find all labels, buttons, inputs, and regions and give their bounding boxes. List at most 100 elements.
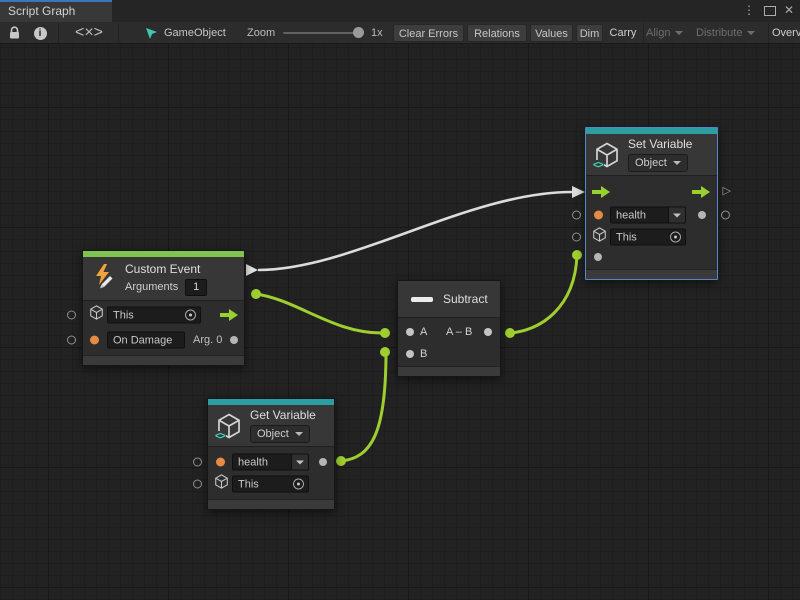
unconnected-flow-port-icon[interactable]: ▷ xyxy=(723,186,731,197)
input-b-label: B xyxy=(420,348,427,360)
code-brackets-icon[interactable]: <×> xyxy=(72,24,106,42)
input-port-icon[interactable] xyxy=(193,480,202,489)
wire-endpoint-dot[interactable] xyxy=(251,289,261,299)
target-field[interactable]: This xyxy=(107,307,201,324)
clear-errors-button[interactable]: Clear Errors xyxy=(393,24,464,42)
target-field-value: This xyxy=(611,231,670,243)
event-name-field[interactable]: On Damage xyxy=(107,332,185,349)
arg0-output-port-icon[interactable] xyxy=(230,336,238,344)
node-footer xyxy=(586,269,717,279)
node-subtract[interactable]: Subtract A A – B B xyxy=(397,280,501,377)
variable-name-dropdown[interactable]: health xyxy=(232,454,309,471)
variable-scope-dropdown[interactable]: Object xyxy=(628,154,688,172)
values-button[interactable]: Values xyxy=(530,24,573,42)
flow-output-port-icon[interactable] xyxy=(692,186,711,198)
zoom-slider-handle[interactable] xyxy=(353,27,364,38)
input-b-port-icon[interactable] xyxy=(406,350,414,358)
string-port-icon[interactable] xyxy=(216,458,225,467)
align-button[interactable]: Align xyxy=(646,24,683,42)
value-input-port-icon[interactable] xyxy=(594,253,602,261)
dropdown-button[interactable] xyxy=(668,208,685,223)
graph-canvas[interactable]: Custom Event Arguments 1 This xyxy=(0,44,800,600)
info-icon[interactable]: i xyxy=(28,24,52,42)
object-picker-icon[interactable] xyxy=(185,310,196,321)
variable-cube-icon: <> xyxy=(216,413,242,439)
wire-getvariable-subtract-b xyxy=(341,352,386,461)
node-header: Custom Event Arguments 1 xyxy=(83,257,244,301)
flow-input-port-icon[interactable] xyxy=(592,186,611,198)
target-field[interactable]: This xyxy=(232,476,309,493)
arguments-row: Arguments 1 xyxy=(125,279,207,296)
node-custom-event[interactable]: Custom Event Arguments 1 This xyxy=(82,250,245,366)
wire-endpoint-dot[interactable] xyxy=(336,456,346,466)
node-header: <> Set Variable Object xyxy=(586,134,717,176)
cube-icon xyxy=(89,305,104,325)
node-header-text: Custom Event Arguments 1 xyxy=(125,262,207,296)
string-port-icon[interactable] xyxy=(594,211,603,220)
target-field-value: This xyxy=(233,478,293,490)
lock-icon[interactable] xyxy=(2,24,26,42)
event-name-value: On Damage xyxy=(108,334,184,346)
input-port-icon[interactable] xyxy=(572,211,581,220)
window-menu-icon[interactable]: ⋮ xyxy=(743,3,755,17)
relations-button[interactable]: Relations xyxy=(467,24,527,42)
node-get-variable[interactable]: <> Get Variable Object health xyxy=(207,398,335,510)
wire-endpoint-dot[interactable] xyxy=(572,250,582,260)
value-output-port-icon[interactable] xyxy=(698,211,706,219)
subtract-icon xyxy=(411,297,433,302)
flow-output-port-icon[interactable] xyxy=(220,309,239,321)
input-a-label: A xyxy=(420,326,427,338)
port-row-a: A A – B xyxy=(398,322,500,342)
variable-scope-dropdown[interactable]: Object xyxy=(250,425,310,443)
zoom-value: 1x xyxy=(371,24,383,42)
close-icon[interactable]: ✕ xyxy=(784,3,794,17)
node-body: This On Damage Arg. 0 xyxy=(83,301,244,355)
node-header: Subtract xyxy=(398,281,500,318)
node-body: A A – B B xyxy=(398,318,500,366)
chevron-down-icon xyxy=(295,432,303,436)
variable-name-value: health xyxy=(611,209,668,221)
dim-button[interactable]: Dim xyxy=(576,24,603,42)
input-port-icon[interactable] xyxy=(67,311,76,320)
input-port-icon[interactable] xyxy=(193,458,202,467)
chevron-down-icon xyxy=(747,31,755,35)
output-port-icon[interactable] xyxy=(484,328,492,336)
gameobject-icon xyxy=(145,24,158,42)
flow-output-arrow-icon[interactable] xyxy=(246,264,258,276)
node-set-variable[interactable]: <> Set Variable Object ▷ xyxy=(585,127,718,280)
zoom-slider-track[interactable] xyxy=(283,32,361,34)
dropdown-button[interactable] xyxy=(291,455,308,470)
overview-button[interactable]: Overv xyxy=(772,24,800,42)
input-port-icon[interactable] xyxy=(67,336,76,345)
object-picker-icon[interactable] xyxy=(293,479,304,490)
unconnected-port-icon[interactable] xyxy=(721,211,730,220)
string-port-icon[interactable] xyxy=(90,336,99,345)
input-port-icon[interactable] xyxy=(572,233,581,242)
variable-name-dropdown[interactable]: health xyxy=(610,207,686,224)
value-output-port-icon[interactable] xyxy=(319,458,327,466)
wire-endpoint-dot[interactable] xyxy=(505,328,515,338)
toolbar-separator xyxy=(118,23,119,43)
output-label: A – B xyxy=(446,326,472,338)
wire-endpoint-dot[interactable] xyxy=(380,347,390,357)
wire-arg0-subtract-a xyxy=(256,294,382,333)
distribute-button[interactable]: Distribute xyxy=(696,24,755,42)
port-row-value-input xyxy=(586,248,717,265)
carry-button[interactable]: Carry xyxy=(605,24,641,42)
port-row-event: On Damage Arg. 0 xyxy=(83,329,244,351)
maximize-icon[interactable] xyxy=(764,6,776,16)
node-title: Custom Event xyxy=(125,262,207,276)
scope-value: Object xyxy=(635,157,667,169)
input-a-port-icon[interactable] xyxy=(406,328,414,336)
object-picker-icon[interactable] xyxy=(670,232,681,243)
flow-input-arrow-icon[interactable] xyxy=(572,186,585,198)
arg0-label: Arg. 0 xyxy=(193,334,222,346)
node-title: Set Variable xyxy=(628,137,692,151)
tab-script-graph[interactable]: Script Graph xyxy=(0,0,112,22)
target-field[interactable]: This xyxy=(610,229,686,246)
tab-label: Script Graph xyxy=(8,4,75,18)
arguments-count-field[interactable]: 1 xyxy=(185,279,207,296)
cube-icon xyxy=(214,474,229,494)
gameobject-label[interactable]: GameObject xyxy=(164,24,226,42)
wire-endpoint-dot[interactable] xyxy=(380,328,390,338)
